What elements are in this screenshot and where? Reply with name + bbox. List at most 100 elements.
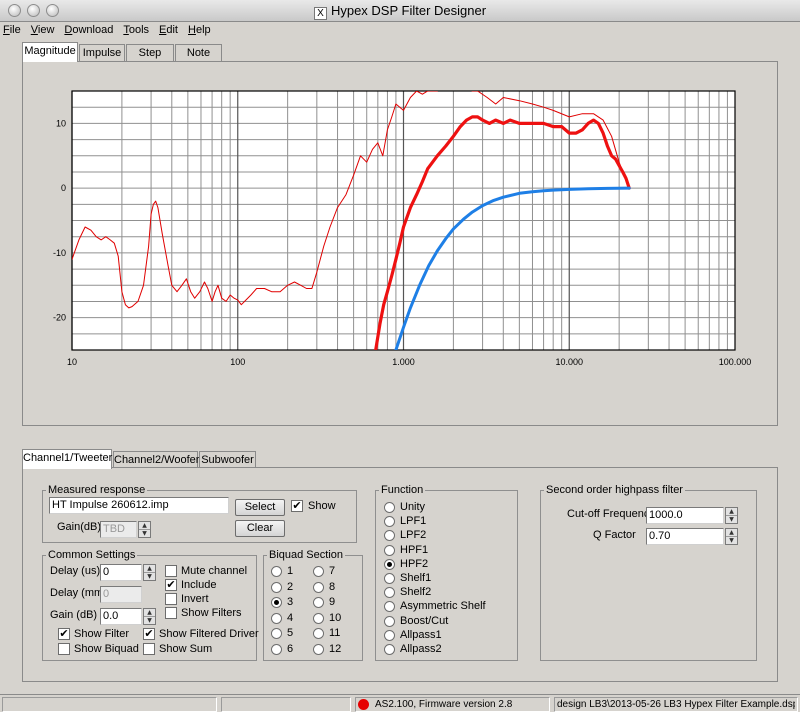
tab-magnitude[interactable]: Magnitude (22, 42, 78, 62)
mute-channel-checkbox[interactable] (165, 565, 177, 577)
biquad-11-label: 11 (329, 627, 341, 639)
window-title: X Hypex DSP Filter Designer (0, 3, 800, 20)
q-factor-field[interactable]: 0.70 (646, 528, 724, 545)
biquad-9-label: 9 (329, 596, 336, 608)
down-arrow-icon[interactable]: ▼ (144, 617, 155, 625)
delay-mm-label: Delay (mm) (50, 587, 107, 599)
cutoff-frequency-label: Cut-off Frequency (567, 508, 655, 520)
biquad-5-radio[interactable] (271, 628, 282, 639)
design-file-path: design LB3\2013-05-26 LB3 Hypex Filter E… (557, 699, 795, 710)
function-unity-radio[interactable] (384, 502, 395, 513)
magnitude-chart: 100-10-2010 100 1.000 10.000 100.000 (53, 90, 752, 367)
biquad-9-radio[interactable] (313, 597, 324, 608)
tab-step[interactable]: Step (126, 44, 174, 62)
measured-gain-label: Gain(dB) (57, 521, 102, 533)
x-tick-label: 100 (230, 357, 245, 367)
app-icon: X (313, 7, 327, 20)
invert-label: Invert (181, 593, 209, 605)
biquad-6-label: 6 (287, 642, 294, 655)
gain-db-stepper[interactable]: ▲ ▼ (143, 608, 156, 625)
function-allpass1-radio[interactable] (384, 629, 395, 641)
menu-bar: File View Download Tools Edit Help (0, 22, 800, 38)
function-unity-label: Unity (400, 501, 426, 513)
menu-download[interactable]: Download (64, 22, 113, 38)
show-filtered-driver-checkbox[interactable]: ✔ (143, 628, 155, 640)
up-arrow-icon[interactable]: ▲ (144, 565, 155, 573)
biquad-3-radio[interactable] (271, 597, 282, 608)
show-filters-checkbox[interactable] (165, 607, 177, 619)
menu-edit[interactable]: Edit (159, 22, 178, 38)
x-tick-label: 100.000 (719, 357, 752, 367)
check-icon: ✔ (144, 627, 154, 640)
function-allpass2-label: Allpass2 (400, 643, 442, 655)
biquad-7-radio[interactable] (313, 566, 324, 577)
function-title: Function (379, 484, 426, 496)
tab-impulse[interactable]: Impulse (79, 44, 125, 62)
clear-button[interactable]: Clear (235, 520, 285, 537)
q-factor-stepper[interactable]: ▲ ▼ (725, 528, 738, 545)
menu-view[interactable]: View (31, 22, 55, 38)
status-cell-2 (221, 697, 351, 712)
biquad-2-radio[interactable] (271, 581, 282, 593)
show-sum-checkbox[interactable] (143, 643, 155, 655)
check-icon: ✔ (59, 627, 69, 640)
function-hpf2-radio[interactable] (384, 558, 395, 570)
biquad-7-label: 7 (329, 565, 336, 577)
mute-channel-label: Mute channel (181, 565, 248, 577)
show-sum-label: Show Sum (159, 643, 213, 655)
biquad-8-radio[interactable] (313, 581, 324, 593)
cutoff-frequency-field[interactable]: 1000.0 (646, 507, 724, 524)
connection-status-icon (358, 699, 369, 710)
delay-mm-field: 0 (100, 586, 142, 603)
biquad-1-radio[interactable] (271, 566, 282, 577)
biquad-4-radio[interactable] (271, 612, 282, 624)
measured-gain-field: TBD (100, 521, 137, 538)
invert-checkbox[interactable] (165, 593, 177, 605)
status-bar: AS2.100, Firmware version 2.8 design LB3… (0, 694, 800, 712)
down-arrow-icon[interactable]: ▼ (726, 537, 737, 545)
show-filter-checkbox[interactable]: ✔ (58, 628, 70, 640)
highpass-filter-title: Second order highpass filter (544, 484, 685, 496)
biquad-11-radio[interactable] (313, 628, 324, 639)
menu-help[interactable]: Help (188, 22, 211, 38)
menu-file[interactable]: File (3, 22, 21, 38)
function-shelf1-radio[interactable] (384, 573, 395, 584)
status-cell-design: design LB3\2013-05-26 LB3 Hypex Filter E… (554, 697, 798, 712)
tab-note[interactable]: Note (175, 44, 222, 62)
select-button[interactable]: Select (235, 499, 285, 516)
delay-us-label: Delay (us) (50, 565, 101, 577)
down-arrow-icon[interactable]: ▼ (144, 573, 155, 581)
biquad-10-radio[interactable] (313, 612, 324, 624)
up-arrow-icon[interactable]: ▲ (144, 609, 155, 617)
biquad-8-label: 8 (329, 580, 336, 593)
function-allpass1-label: Allpass1 (400, 628, 442, 641)
gain-db-field[interactable]: 0.0 (100, 608, 142, 625)
cutoff-frequency-stepper[interactable]: ▲ ▼ (725, 507, 738, 524)
tab-channel1-tweeter[interactable]: Channel1/Tweeter (22, 449, 112, 469)
measured-show-label: Show (308, 500, 336, 512)
delay-us-field[interactable]: 0 (100, 564, 142, 581)
gain-db-label: Gain (dB) (50, 609, 98, 621)
common-settings-title: Common Settings (46, 549, 138, 561)
up-arrow-icon[interactable]: ▲ (726, 529, 737, 537)
biquad-6-radio[interactable] (271, 643, 282, 655)
biquad-section-title: Biquad Section (267, 549, 345, 561)
measured-file-field[interactable]: HT Impulse 260612.imp (49, 497, 229, 514)
x-tick-label: 10 (67, 357, 77, 367)
biquad-12-radio[interactable] (313, 643, 324, 655)
menu-tools[interactable]: Tools (123, 22, 149, 38)
down-arrow-icon[interactable]: ▼ (726, 516, 737, 524)
measured-show-checkbox[interactable]: ✔ (291, 500, 303, 512)
function-hpf1-radio[interactable] (384, 544, 395, 556)
up-arrow-icon: ▲ (139, 522, 150, 530)
include-label: Include (181, 579, 217, 591)
y-tick-label: -10 (53, 248, 66, 258)
function-allpass2-radio[interactable] (384, 644, 395, 655)
include-checkbox[interactable]: ✔ (165, 579, 177, 591)
biquad-2-label: 2 (287, 580, 294, 593)
up-arrow-icon[interactable]: ▲ (726, 508, 737, 516)
show-biquad-checkbox[interactable] (58, 643, 70, 655)
delay-us-stepper[interactable]: ▲ ▼ (143, 564, 156, 581)
function-boost-cut-radio[interactable] (384, 615, 395, 627)
function-boost-cut-label: Boost/Cut (400, 614, 449, 627)
